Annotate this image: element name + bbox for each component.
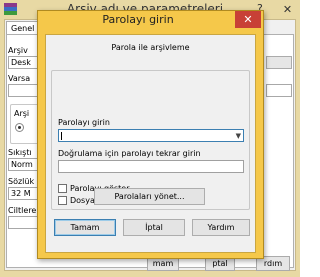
confirm-password-label: Doğrulama için parolayı tekrar girin <box>58 149 201 158</box>
dictionary-label: Sözlük <box>8 177 35 186</box>
format-rar-radio[interactable] <box>15 123 24 132</box>
tab-general[interactable]: Genel <box>6 21 40 35</box>
update-mode-label: Varsa <box>8 74 31 83</box>
text-caret <box>61 132 62 140</box>
compression-label: Sıkıştı <box>8 148 32 157</box>
archive-format-label: Arşi <box>14 109 30 118</box>
show-password-checkbox[interactable] <box>58 184 67 193</box>
dialog-title: Parolayı girin <box>102 13 174 26</box>
update-mode-select-right[interactable] <box>266 84 292 97</box>
split-volumes-label: Ciltlere <box>8 206 37 215</box>
cancel-button[interactable]: İptal <box>123 219 185 236</box>
password-input[interactable]: ▼ <box>58 129 244 142</box>
dialog-client: Parola ile arşivleme Parolayı girin ▼ Do… <box>45 34 256 253</box>
screen: Arşiv adı ve parametreleri ? ✕ Genel Arş… <box>0 0 300 277</box>
manage-passwords-button[interactable]: Parolaları yönet... <box>94 188 205 205</box>
confirm-password-input[interactable] <box>58 160 244 173</box>
help-button[interactable]: Yardım <box>192 219 250 236</box>
dialog-subtitle: Parola ile arşivleme <box>111 43 190 52</box>
password-label: Parolayı girin <box>58 118 110 127</box>
archive-params-close-icon[interactable]: ✕ <box>275 0 300 19</box>
encrypt-filenames-checkbox[interactable] <box>58 196 67 205</box>
chevron-down-icon[interactable]: ▼ <box>236 131 241 142</box>
browse-button[interactable] <box>266 56 292 69</box>
winrar-books-icon <box>4 3 17 16</box>
ok-button[interactable]: Tamam <box>54 219 116 236</box>
password-dialog: Parolayı girin ✕ Parola ile arşivleme Pa… <box>37 10 264 259</box>
archive-name-label: Arşiv <box>8 46 28 55</box>
close-icon[interactable]: ✕ <box>235 11 261 28</box>
